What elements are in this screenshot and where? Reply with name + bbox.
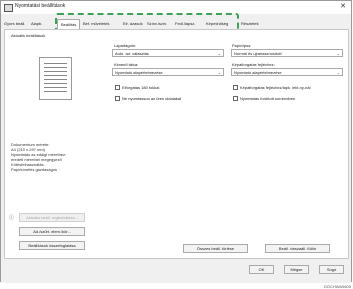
reverse-order-label: Nyomtatás fordított sorrendben	[240, 96, 296, 101]
image-rotation-select[interactable]: Nyomtató alapértelmezése ⌄	[231, 68, 343, 76]
skip-blank-label: Ne nyomtasson az üres oldalakat	[122, 96, 182, 101]
output-tray-select[interactable]: Nyomtató alapértelmezése ⌄	[112, 68, 224, 76]
page-preview	[39, 57, 72, 100]
window-title: Nyomtatási beállítások	[15, 3, 66, 9]
paper-type-select[interactable]: Normál és újrahasznosított ⌄	[231, 49, 343, 57]
cancel-button[interactable]: Mégse	[284, 265, 309, 274]
image-rotation-label: Képalforgatás fejléchez:	[232, 62, 275, 67]
paper-source-label: Lapadagoló:	[114, 43, 137, 48]
chevron-down-icon: ⌄	[336, 51, 340, 56]
tab-quick[interactable]: Gyors beáll.	[4, 19, 25, 29]
rotate-letterhead-label: Képalforgatás fejléchez/lapk. lekt.ny-ná…	[240, 85, 311, 90]
rotate-letterhead-checkbox[interactable]	[233, 85, 238, 90]
paper-type-label: Papírtípus:	[232, 43, 252, 48]
paper-source-select[interactable]: Auto. ad. választás ⌄	[112, 49, 224, 57]
skip-blank-checkbox[interactable]	[115, 96, 120, 101]
ok-button[interactable]: OK	[249, 265, 274, 274]
tab-details[interactable]: Részletek	[241, 19, 259, 29]
rotate-180-label: Elforgatás 180 fokkal	[122, 85, 160, 90]
tab-basic[interactable]: Alapb.	[31, 19, 42, 29]
chevron-down-icon: ⌄	[217, 70, 221, 75]
info-icon: ⓘ	[9, 215, 15, 221]
chevron-down-icon: ⌄	[217, 51, 221, 56]
current-settings-label: Aktuális beállítások	[11, 33, 46, 38]
printer-icon	[4, 4, 13, 12]
help-button[interactable]: Súgó	[319, 265, 344, 274]
figure-ref-code: DGCHWA5605	[324, 284, 351, 289]
chevron-down-icon: ⌄	[336, 70, 340, 75]
register-settings-button[interactable]: Aktuális beáll. regisztrálása...	[19, 213, 85, 222]
printing-preferences-dialog: Nyomtatási beállítások ✕ Gyors beáll. Al…	[0, 0, 352, 283]
output-tray-label: Kimenő tálca:	[114, 62, 139, 67]
restore-defaults-button[interactable]: Beáll. visszaáll. fülön	[265, 244, 330, 253]
document-info: Dokumentum mérete: A4 (210 x 297 mm) Nyo…	[11, 142, 67, 172]
settings-panel: Aktuális beállítások Dokumentum mérete: …	[4, 29, 349, 259]
rotate-180-checkbox[interactable]	[115, 85, 120, 90]
list-settings-button[interactable]: Ad./szűrt. elem./kör...	[19, 227, 85, 236]
reverse-order-checkbox[interactable]	[233, 96, 238, 101]
reset-all-button[interactable]: Összes beáll. törlése	[183, 244, 248, 253]
summary-button[interactable]: Beállítások összefoglalása	[19, 241, 85, 250]
close-icon[interactable]: ✕	[340, 3, 346, 11]
dialog-footer: OK Mégse Súgó	[1, 259, 351, 283]
